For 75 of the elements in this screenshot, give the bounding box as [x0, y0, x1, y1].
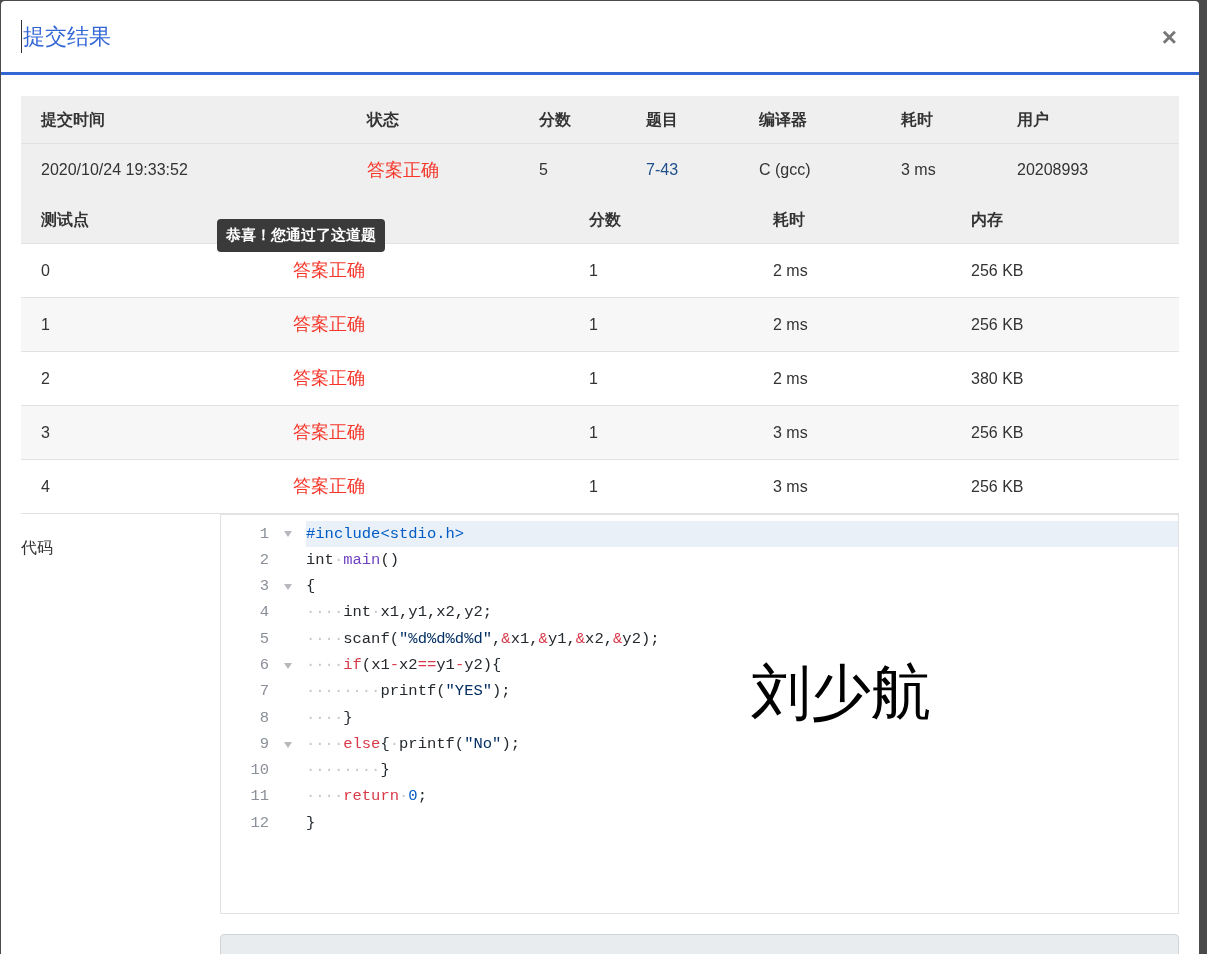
line-number: 5: [259, 629, 269, 648]
column-header: 状态: [367, 109, 399, 130]
time-text: 2 ms: [773, 314, 808, 335]
case-id: 4: [41, 476, 50, 497]
dialog-title: 提交结果: [21, 20, 111, 53]
code-label: 代码: [21, 539, 53, 556]
code-line: {: [306, 576, 317, 598]
status-text: 答案正确: [367, 158, 439, 182]
memory-text: 256 KB: [971, 260, 1024, 281]
line-number: 1: [259, 524, 269, 543]
score-text: 1: [589, 476, 598, 497]
case-id: 1: [41, 314, 50, 335]
memory-text: 256 KB: [971, 314, 1024, 335]
code-line: ····else{·printf("No");: [306, 733, 521, 755]
time-text: 2 ms: [773, 260, 808, 281]
code-line: int·main(): [306, 549, 401, 571]
line-number: 6: [259, 656, 269, 674]
result-text: 答案正确: [293, 259, 365, 282]
line-number: 11: [250, 787, 269, 806]
line-number: 7: [259, 682, 269, 701]
fold-arrow-icon[interactable]: [283, 583, 292, 590]
score-text: 1: [589, 368, 598, 389]
line-number: 12: [250, 813, 269, 832]
code-line: ····return·0;: [306, 786, 428, 808]
time-text: 3 ms: [901, 160, 936, 180]
column-header: 编译器: [759, 109, 807, 130]
memory-text: 256 KB: [971, 422, 1024, 443]
column-header: 提交时间: [41, 109, 105, 130]
line-number: 10: [250, 761, 269, 780]
result-text: 答案正确: [293, 421, 365, 444]
column-header: 用户: [1017, 109, 1049, 130]
memory-text: 256 KB: [971, 476, 1024, 497]
code-line: ····scanf("%d%d%d%d",&x1,&y1,&x2,&y2);: [306, 628, 661, 650]
line-number: 4: [259, 603, 269, 622]
problem-link[interactable]: 7-43: [646, 158, 679, 182]
handwritten-name: 刘少航: [751, 663, 931, 723]
time-text: 3 ms: [773, 422, 808, 443]
column-header: 分数: [589, 209, 621, 230]
fold-arrow-icon[interactable]: [283, 531, 292, 538]
close-button[interactable]: ×: [1159, 23, 1179, 50]
code-line: ········printf("YES");: [306, 681, 512, 703]
compiler-text: C (gcc): [759, 160, 811, 180]
column-header: 耗时: [773, 209, 805, 230]
column-header: 测试点: [41, 209, 89, 230]
score-text: 1: [589, 314, 598, 335]
line-number: 8: [259, 708, 269, 727]
column-header: 分数: [539, 109, 571, 130]
time-text: 2 ms: [773, 368, 808, 389]
fold-arrow-icon[interactable]: [283, 741, 292, 748]
tooltip: 恭喜！您通过了这道题: [217, 219, 385, 252]
line-number: 2: [259, 550, 269, 569]
fold-arrow-icon[interactable]: [283, 662, 292, 669]
memory-text: 380 KB: [971, 368, 1024, 389]
line-number: 3: [259, 577, 269, 596]
column-header: 耗时: [901, 109, 933, 130]
case-id: 0: [41, 260, 50, 281]
code-line: }: [306, 812, 317, 834]
score-text: 1: [589, 422, 598, 443]
result-text: 答案正确: [293, 475, 365, 498]
case-id: 3: [41, 422, 50, 443]
time-text: 3 ms: [773, 476, 808, 497]
line-number: 9: [259, 734, 269, 753]
score-text: 5: [539, 160, 548, 180]
column-header: 内存: [971, 209, 1003, 230]
code-line: ····int·x1,y1,x2,y2;: [306, 602, 494, 624]
case-id: 2: [41, 368, 50, 389]
user-id: 20208993: [1017, 160, 1089, 180]
score-text: 1: [589, 260, 598, 281]
code-line: ········}: [306, 760, 391, 782]
result-text: 答案正确: [293, 313, 365, 336]
submit-time: 2020/10/24 19:33:52: [41, 160, 188, 180]
column-header: 题目: [646, 109, 678, 130]
code-line: ····if(x1-x2==y1-y2){: [306, 655, 503, 676]
result-text: 答案正确: [293, 367, 365, 390]
code-line: ····}: [306, 707, 354, 729]
